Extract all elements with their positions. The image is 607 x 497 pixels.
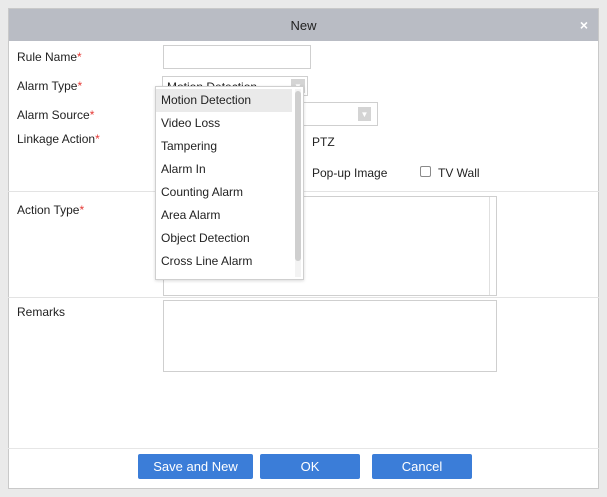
dropdown-option-cross-line-alarm[interactable]: Cross Line Alarm xyxy=(156,250,292,273)
action-type-scrollbar[interactable] xyxy=(489,197,490,295)
dialog-titlebar: New × xyxy=(9,9,598,41)
ok-button[interactable]: OK xyxy=(260,454,360,479)
dropdown-option-object-detection[interactable]: Object Detection xyxy=(156,227,292,250)
required-marker: * xyxy=(77,79,83,93)
ptz-option-label[interactable]: PTZ xyxy=(312,135,335,149)
save-and-new-button[interactable]: Save and New xyxy=(138,454,253,479)
close-icon[interactable]: × xyxy=(580,17,588,33)
rule-name-label: Rule Name* xyxy=(17,50,82,64)
required-marker: * xyxy=(89,108,95,122)
cancel-button[interactable]: Cancel xyxy=(372,454,472,479)
footer-divider xyxy=(8,448,599,449)
linkage-action-label-text: Linkage Action xyxy=(17,132,96,146)
dropdown-option-video-loss[interactable]: Video Loss xyxy=(156,112,292,135)
dropdown-scrollbar-thumb[interactable] xyxy=(295,91,301,261)
required-marker: * xyxy=(77,50,82,64)
alarm-type-label-text: Alarm Type xyxy=(17,79,78,93)
remarks-textarea[interactable] xyxy=(163,300,497,372)
alarm-type-dropdown[interactable]: Motion Detection Video Loss Tampering Al… xyxy=(155,86,304,280)
dropdown-option-alarm-in[interactable]: Alarm In xyxy=(156,158,292,181)
required-marker: * xyxy=(79,203,85,217)
rule-name-input[interactable] xyxy=(163,45,311,69)
dropdown-option-counting-alarm[interactable]: Counting Alarm xyxy=(156,181,292,204)
rule-name-label-text: Rule Name xyxy=(17,50,78,64)
action-type-label-text: Action Type xyxy=(17,203,80,217)
section-divider xyxy=(8,297,599,298)
dropdown-option-area-alarm[interactable]: Area Alarm xyxy=(156,204,292,227)
chevron-down-icon[interactable]: ▼ xyxy=(358,107,371,121)
remarks-label: Remarks xyxy=(17,305,66,319)
dropdown-option-motion-detection[interactable]: Motion Detection xyxy=(156,89,292,112)
linkage-action-label: Linkage Action* xyxy=(17,132,100,146)
tv-wall-option-label[interactable]: TV Wall xyxy=(438,166,480,180)
alarm-type-label: Alarm Type* xyxy=(17,79,82,93)
tv-wall-checkbox[interactable] xyxy=(420,166,431,177)
required-marker: * xyxy=(95,132,100,146)
popup-image-option-label[interactable]: Pop-up Image xyxy=(312,166,387,180)
dialog-title: New xyxy=(290,18,317,33)
alarm-source-label-text: Alarm Source xyxy=(17,108,90,122)
action-type-label: Action Type* xyxy=(17,203,84,217)
dropdown-option-tampering[interactable]: Tampering xyxy=(156,135,292,158)
alarm-source-label: Alarm Source* xyxy=(17,108,94,122)
